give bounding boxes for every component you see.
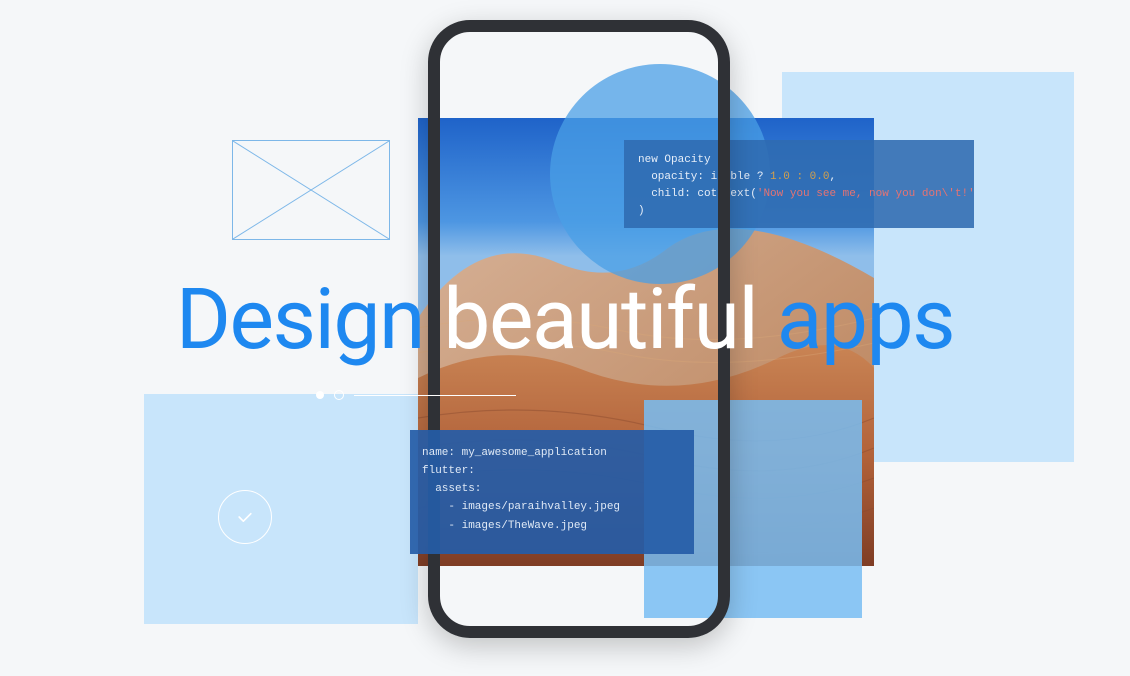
code-line: flutter: — [422, 465, 475, 477]
code-line: - images/TheWave.jpeg — [422, 520, 587, 532]
decorative-panel-left — [144, 394, 418, 624]
wireframe-box — [232, 140, 390, 240]
headline-word-1: Design — [176, 270, 424, 369]
carousel-indicator[interactable] — [316, 388, 516, 402]
carousel-dot-active[interactable] — [316, 391, 324, 399]
code-number: 1.0 : 0.0 — [770, 171, 829, 183]
code-string: 'Now you see me, now you don\'t!' — [757, 188, 974, 200]
code-line: - images/paraihvalley.jpeg — [422, 501, 620, 513]
carousel-line — [354, 395, 516, 396]
carousel-dot[interactable] — [334, 390, 344, 400]
check-circle-icon — [218, 490, 272, 544]
hero-stage: new Opacity opacity: isible ? 1.0 : 0.0,… — [0, 0, 1130, 676]
code-snippet-yaml: name: my_awesome_application flutter: as… — [410, 430, 694, 554]
code-line: assets: — [422, 483, 481, 495]
code-line: name: my_awesome_application — [422, 447, 607, 459]
code-line: , — [829, 171, 836, 183]
